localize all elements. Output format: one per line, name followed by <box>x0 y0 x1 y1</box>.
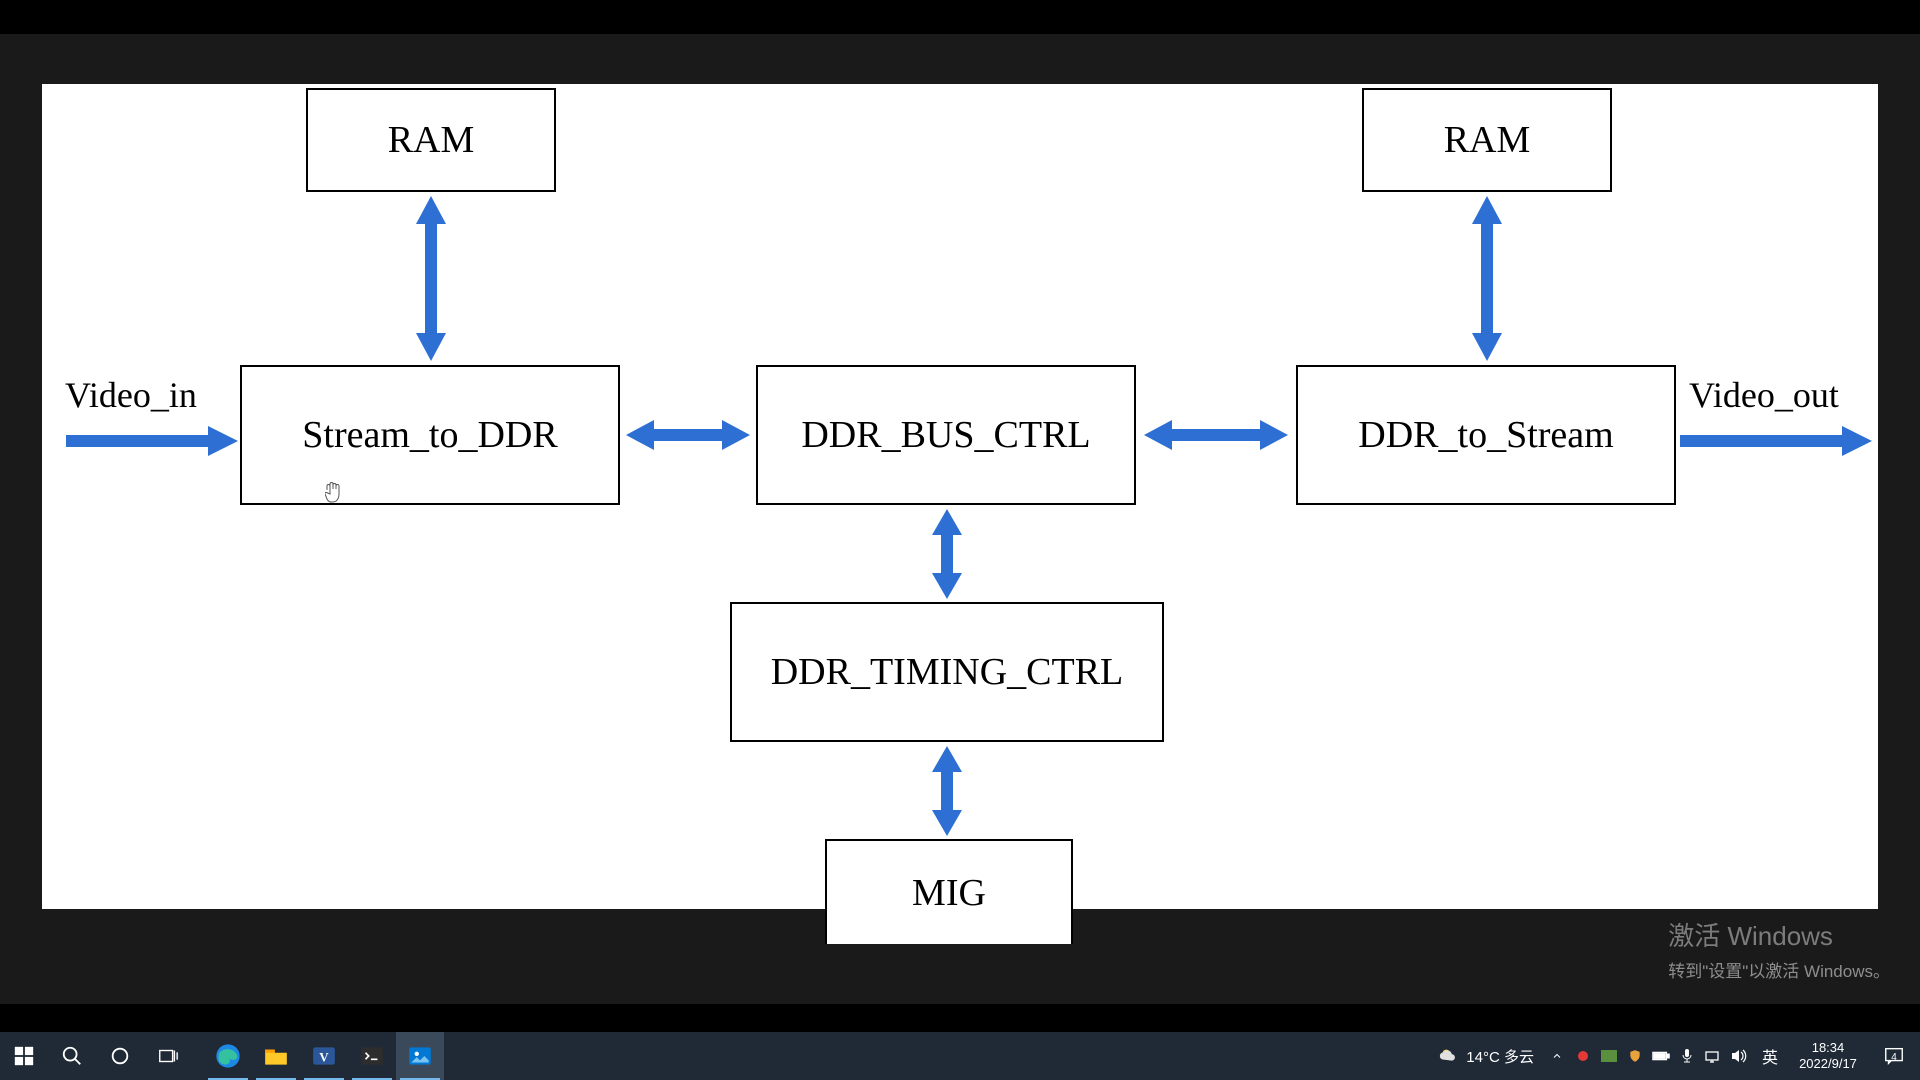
block-ddr-timing-ctrl-label: DDR_TIMING_CTRL <box>771 650 1124 694</box>
diagram-canvas: RAM RAM Stream_to_DDR DDR_BUS_CTRL DDR_t… <box>42 84 1878 909</box>
block-ddr-bus-ctrl-label: DDR_BUS_CTRL <box>801 413 1090 457</box>
ime-text: 英 <box>1762 1044 1778 1068</box>
label-video-in: Video_in <box>65 374 197 416</box>
search-button[interactable] <box>48 1032 96 1080</box>
block-mig: MIG <box>825 839 1073 944</box>
weather-text: 14°C 多云 <box>1466 1046 1534 1067</box>
tray-security-icon[interactable] <box>1622 1032 1648 1080</box>
task-view-button[interactable] <box>144 1032 192 1080</box>
block-ram-left: RAM <box>306 88 556 192</box>
photo-viewer-stage: RAM RAM Stream_to_DDR DDR_BUS_CTRL DDR_t… <box>0 34 1920 1004</box>
taskbar-right: 14°C 多云 英 18:34 <box>1428 1032 1920 1080</box>
tray-nvidia-icon[interactable] <box>1596 1032 1622 1080</box>
taskbar: V 14°C 多云 <box>0 1032 1920 1080</box>
cortana-button[interactable] <box>96 1032 144 1080</box>
tray-volume-icon[interactable] <box>1726 1032 1752 1080</box>
svg-text:V: V <box>319 1049 329 1064</box>
arrow-ram-stream2 <box>1470 196 1504 361</box>
block-ddr-to-stream: DDR_to_Stream <box>1296 365 1676 505</box>
watermark-line2: 转到"设置"以激活 Windows。 <box>1668 957 1890 982</box>
block-ddr-to-stream-label: DDR_to_Stream <box>1358 413 1613 457</box>
app-file-explorer[interactable] <box>252 1032 300 1080</box>
block-ram-right-label: RAM <box>1444 118 1531 162</box>
arrow-video-out <box>1680 424 1872 458</box>
block-ram-left-label: RAM <box>388 118 475 162</box>
block-ddr-bus-ctrl: DDR_BUS_CTRL <box>756 365 1136 505</box>
notification-count: 4 <box>1891 1052 1897 1063</box>
tray-battery-icon[interactable] <box>1648 1032 1674 1080</box>
app-photos[interactable] <box>396 1032 444 1080</box>
watermark-line1: 激活 Windows <box>1668 916 1890 953</box>
app-visio[interactable]: V <box>300 1032 348 1080</box>
label-video-out: Video_out <box>1689 374 1839 416</box>
clock-time: 18:34 <box>1812 1040 1845 1056</box>
tray-network-icon[interactable] <box>1700 1032 1726 1080</box>
taskbar-clock[interactable]: 18:34 2022/9/17 <box>1788 1032 1868 1080</box>
clock-date: 2022/9/17 <box>1799 1056 1857 1072</box>
arrow-stream-bus <box>626 418 750 452</box>
start-button[interactable] <box>0 1032 48 1080</box>
arrow-timing-mig <box>930 746 964 836</box>
tray-mic-icon[interactable] <box>1674 1032 1700 1080</box>
block-ddr-timing-ctrl: DDR_TIMING_CTRL <box>730 602 1164 742</box>
action-center-button[interactable]: 4 <box>1868 1032 1920 1080</box>
arrow-ram-stream <box>414 196 448 361</box>
weather-icon <box>1438 1045 1460 1067</box>
windows-activation-watermark: 激活 Windows 转到"设置"以激活 Windows。 <box>1668 916 1890 982</box>
arrow-bus-timing <box>930 509 964 599</box>
ime-indicator[interactable]: 英 <box>1752 1032 1788 1080</box>
arrow-bus-stream2 <box>1144 418 1288 452</box>
app-edge[interactable] <box>204 1032 252 1080</box>
block-stream-to-ddr: Stream_to_DDR <box>240 365 620 505</box>
block-ram-right: RAM <box>1362 88 1612 192</box>
taskbar-left: V <box>0 1032 444 1080</box>
weather-widget[interactable]: 14°C 多云 <box>1428 1032 1544 1080</box>
tray-red-dot-icon[interactable] <box>1570 1032 1596 1080</box>
block-stream-to-ddr-label: Stream_to_DDR <box>302 413 557 457</box>
arrow-video-in <box>66 424 238 458</box>
tray-chevron-up-icon[interactable] <box>1544 1032 1570 1080</box>
app-terminal[interactable] <box>348 1032 396 1080</box>
block-mig-label: MIG <box>912 871 986 915</box>
